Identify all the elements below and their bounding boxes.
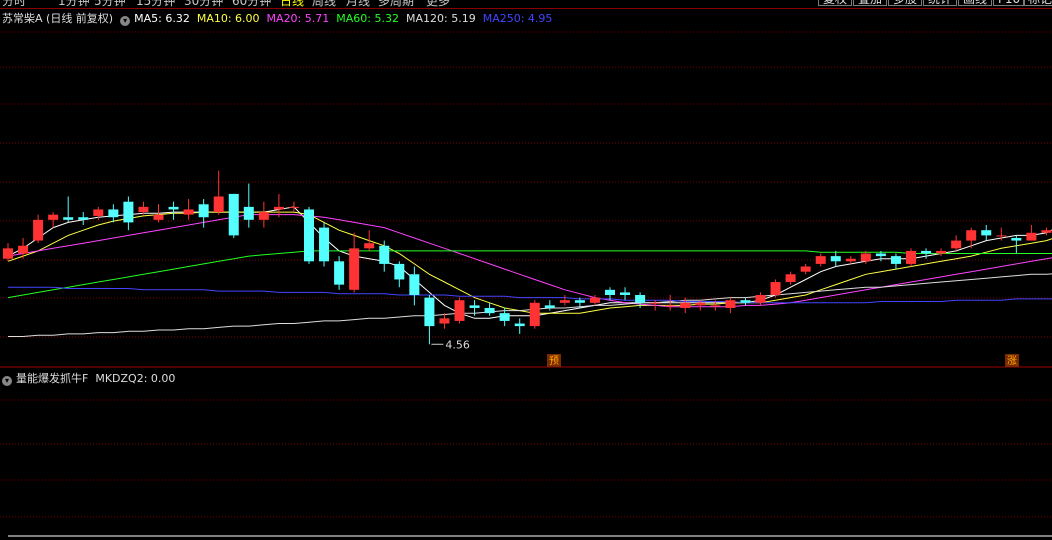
candle-body [364, 243, 375, 249]
candle-body [394, 263, 405, 280]
candle-body [574, 300, 585, 303]
candle-body [936, 250, 947, 254]
candle-body [845, 258, 856, 262]
candle-body [409, 274, 420, 296]
candle-body [860, 253, 871, 262]
candle-body [379, 245, 390, 264]
indicator-line [8, 535, 1052, 537]
candle-body [665, 305, 676, 307]
candle-body [529, 302, 540, 327]
candle-body [258, 212, 269, 220]
badge-up: 涨 [1007, 355, 1017, 367]
candle-body [514, 323, 525, 327]
candle-body [559, 300, 570, 303]
candle-body [544, 305, 555, 308]
candle-body [800, 266, 811, 272]
candle-body [499, 313, 510, 321]
candle-body [304, 209, 314, 262]
candle-body [830, 256, 841, 262]
candle-body [288, 206, 299, 208]
badge-pre: 预 [549, 355, 559, 367]
candle-body [3, 248, 13, 259]
candle-body [319, 227, 330, 262]
candle-body [755, 295, 766, 303]
candle-body [650, 302, 661, 304]
candle-body [78, 217, 89, 220]
candle-body [710, 305, 721, 307]
candle-body [906, 250, 916, 264]
candle-body [168, 206, 179, 210]
candle-body [996, 235, 1007, 237]
candle-body [198, 204, 209, 218]
candle-body [635, 295, 646, 303]
candle-body [815, 256, 826, 264]
candle-body [966, 230, 977, 241]
candle-body [123, 201, 134, 223]
candle-body [589, 297, 600, 303]
candle-body [1026, 232, 1037, 241]
candle-body [424, 297, 435, 327]
candle-body [243, 206, 254, 220]
candle-body [695, 302, 706, 306]
candle-body [469, 305, 480, 308]
candle-body [770, 282, 781, 296]
candle-body [273, 206, 284, 210]
candle-body [921, 250, 932, 254]
candle-body [153, 214, 164, 220]
candle-body [18, 245, 29, 254]
candle-body [183, 209, 194, 215]
candle-body [890, 256, 901, 264]
candle-body [48, 214, 59, 220]
candle-body [1011, 237, 1022, 241]
ma-line-ma5 [7, 206, 1052, 319]
candle-body [93, 209, 104, 216]
candle-body [725, 300, 736, 308]
candle-body [620, 292, 631, 296]
candle-body [740, 300, 751, 303]
candle-body [439, 318, 450, 324]
candle-body [33, 219, 44, 241]
low-label: 4.56 [445, 338, 470, 351]
candle-body [334, 261, 345, 285]
candle-body [1041, 230, 1052, 233]
candle-body [349, 248, 360, 290]
candle-body [108, 209, 119, 218]
candle-body [213, 196, 224, 213]
candle-body [484, 307, 495, 314]
kline-chart[interactable]: 6.824.56预涨 [0, 0, 1052, 540]
candle-body [875, 253, 886, 257]
candle-body [138, 206, 149, 213]
candle-body [605, 289, 615, 296]
candle-body [63, 217, 74, 220]
candle-body [228, 193, 239, 236]
ma-line-ma250 [8, 286, 1052, 304]
candle-body [454, 300, 465, 321]
candle-body [680, 302, 691, 308]
candle-body [785, 274, 796, 283]
candle-body [951, 240, 962, 249]
candle-body [981, 230, 992, 236]
